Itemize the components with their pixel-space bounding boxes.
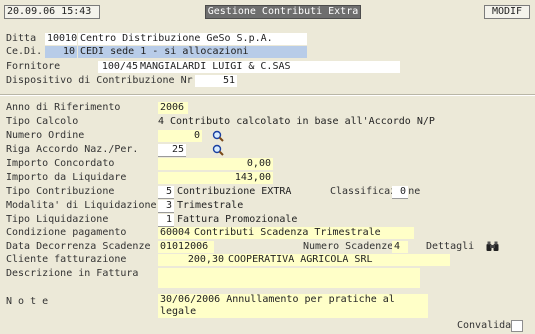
magnifier-icon	[212, 144, 224, 156]
importo-concordato-field[interactable]: 0,00	[158, 158, 273, 170]
dispositivo-field[interactable]: 51	[195, 75, 237, 87]
window-title: Gestione Contributi Extra	[205, 5, 361, 19]
tipo-contribuzione-desc: Contribuzione EXTRA	[177, 186, 292, 197]
condizione-desc-field: Contributi Scadenza Trimestrale	[192, 227, 414, 239]
mode-indicator: MODIF	[484, 5, 530, 19]
dettagli-button[interactable]	[485, 240, 499, 253]
condizione-code-field[interactable]: 60004	[158, 227, 192, 239]
note-field[interactable]: 30/06/2006 Annullamento per pratiche al …	[158, 294, 428, 318]
importo-concordato-label: Importo Concordato	[6, 158, 115, 169]
riga-accordo-field[interactable]: 25	[158, 144, 186, 157]
descrizione-label: Descrizione in Fattura	[6, 268, 139, 279]
cliente-name-field: COOPERATIVA AGRICOLA SRL	[226, 254, 450, 266]
tipo-liquidazione-desc: Fattura Promozionale	[177, 214, 298, 225]
modalita-desc: Trimestrale	[177, 200, 244, 211]
dispositivo-label: Dispositivo di Contribuzione Nr.	[6, 75, 199, 86]
descrizione-field[interactable]	[158, 268, 420, 288]
fornitore-label: Fornitore	[6, 61, 61, 72]
convalida-label: Convalida	[457, 320, 512, 331]
ditta-code-field[interactable]: 10010	[45, 33, 77, 45]
convalida-checkbox[interactable]	[511, 320, 523, 332]
tipo-calcolo-code[interactable]: 4	[158, 116, 165, 128]
section-separator	[0, 94, 535, 96]
numero-scadenze-field[interactable]: 4	[392, 241, 408, 253]
tipo-liquidazione-label: Tipo Liquidazione	[6, 214, 109, 225]
modalita-label: Modalita' di Liquidazione	[6, 200, 157, 211]
data-decorrenza-label: Data Decorrenza Scadenze	[6, 241, 151, 252]
tipo-liquidazione-code[interactable]: 1	[158, 214, 174, 227]
cedi-code-field[interactable]: 10	[45, 46, 77, 58]
note-label: N o t e	[6, 296, 49, 307]
numero-ordine-label: Numero Ordine	[6, 130, 85, 141]
numero-scadenze-label: Numero Scadenze	[303, 241, 394, 252]
riga-accordo-label: Riga Accordo Naz./Per.	[6, 144, 139, 155]
riga-accordo-search-button[interactable]	[211, 143, 225, 156]
modalita-code[interactable]: 3	[158, 200, 174, 213]
magnifier-icon	[212, 130, 224, 142]
data-decorrenza-field[interactable]: 01012006	[158, 241, 214, 253]
anno-field[interactable]: 2006	[158, 102, 188, 114]
cedi-label: Ce.Di.	[6, 46, 43, 57]
anno-label: Anno di Riferimento	[6, 102, 121, 113]
datetime-display: 20.09.06 15:43	[4, 5, 100, 19]
condizione-label: Condizione pagamento	[6, 227, 127, 238]
classificazione-field[interactable]: 0	[392, 186, 408, 199]
tipo-calcolo-desc: Contributo calcolato in base all'Accordo…	[170, 116, 435, 127]
tipo-calcolo-label: Tipo Calcolo	[6, 116, 79, 127]
numero-ordine-field[interactable]: 0	[158, 130, 202, 142]
cliente-label: Cliente fatturazione	[6, 254, 127, 265]
fornitore-name-field: MANGIALARDI LUIGI & C.SAS	[138, 61, 400, 73]
dettagli-label: Dettagli	[426, 241, 475, 252]
cedi-name-field: CEDI sede 1 - si allocazioni	[78, 46, 307, 58]
binoculars-icon	[486, 241, 498, 251]
cliente-code-field[interactable]: 200,30	[158, 254, 226, 266]
importo-liquidare-label: Importo da Liquidare	[6, 172, 127, 183]
ditta-label: Ditta	[6, 33, 37, 44]
tipo-contribuzione-label: Tipo Contribuzione	[6, 186, 115, 197]
tipo-contribuzione-code[interactable]: 5	[158, 186, 174, 199]
numero-ordine-search-button[interactable]	[211, 129, 225, 142]
fornitore-code-field[interactable]: 100/45	[98, 61, 140, 73]
importo-liquidare-field[interactable]: 143,00	[158, 172, 273, 184]
ditta-name-field: Centro Distribuzione GeSo S.p.A.	[78, 33, 307, 45]
